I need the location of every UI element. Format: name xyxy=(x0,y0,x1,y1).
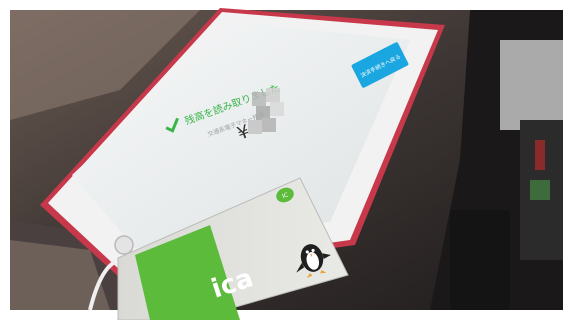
home-button xyxy=(114,235,134,255)
photo-scene: 決済手続きへ戻る 残高を読み取りました 交通系電子マネー残高 ¥ ica IC xyxy=(0,0,573,320)
